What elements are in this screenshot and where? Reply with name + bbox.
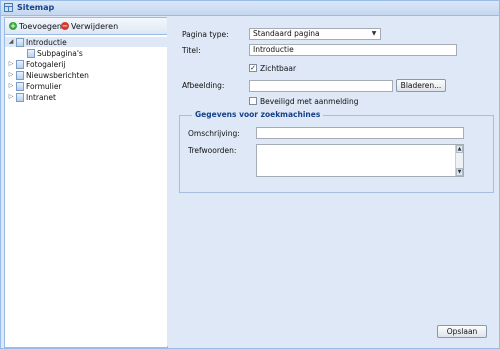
title-input[interactable]: Introductie bbox=[249, 44, 457, 56]
page-properties-panel: Pagina type: Standaard pagina ▼ Titel: I… bbox=[167, 17, 498, 346]
minus-icon: − bbox=[61, 22, 69, 30]
sitemap-tree-panel: + Toevoegen − Verwijderen ◢ Introductie … bbox=[4, 17, 168, 348]
page-icon bbox=[16, 37, 24, 47]
expand-arrow-icon[interactable]: ▷ bbox=[8, 61, 14, 67]
secured-label: Beveiligd met aanmelding bbox=[260, 97, 359, 106]
add-page-label: Toevoegen bbox=[19, 21, 62, 31]
delete-page-label: Verwijderen bbox=[71, 21, 119, 31]
description-input[interactable] bbox=[256, 127, 464, 139]
plus-icon: + bbox=[9, 22, 17, 30]
image-label: Afbeelding: bbox=[182, 81, 225, 90]
page-type-value: Standaard pagina bbox=[253, 29, 320, 38]
keywords-textarea[interactable]: ▲ ▼ bbox=[256, 144, 464, 177]
browse-button[interactable]: Bladeren... bbox=[396, 79, 446, 92]
page-icon bbox=[16, 81, 24, 91]
description-label: Omschrijving: bbox=[188, 129, 240, 138]
chevron-down-icon: ▼ bbox=[371, 30, 377, 37]
tree-node-nieuwsberichten[interactable]: ▷ Nieuwsberichten bbox=[8, 70, 89, 80]
tree-node-label: Introductie bbox=[26, 37, 67, 47]
sitemap-window: Sitemap + Toevoegen − Verwijderen ◢ Intr… bbox=[0, 0, 500, 349]
seo-fieldset: Gegevens voor zoekmachines Omschrijving:… bbox=[179, 110, 494, 193]
page-type-label: Pagina type: bbox=[182, 30, 229, 39]
page-icon bbox=[16, 70, 24, 80]
tree-node-intranet[interactable]: ▷ Intranet bbox=[8, 92, 56, 102]
tree-node-label: Fotogalerij bbox=[26, 59, 66, 69]
keywords-label: Trefwoorden: bbox=[188, 146, 237, 155]
sitemap-icon bbox=[4, 3, 13, 12]
secured-checkbox[interactable] bbox=[249, 97, 257, 105]
window-title: Sitemap bbox=[17, 3, 55, 12]
tree-node-subpaginas[interactable]: Subpagina's bbox=[27, 48, 83, 58]
page-icon bbox=[16, 59, 24, 69]
expand-arrow-icon[interactable]: ▷ bbox=[8, 94, 14, 100]
tree-node-label: Subpagina's bbox=[37, 48, 83, 58]
window-titlebar[interactable]: Sitemap bbox=[1, 1, 499, 16]
save-button[interactable]: Opslaan bbox=[437, 325, 487, 338]
image-input[interactable] bbox=[249, 80, 393, 92]
tree-toolbar: + Toevoegen − Verwijderen bbox=[5, 18, 167, 35]
title-label: Titel: bbox=[182, 46, 201, 55]
add-page-button[interactable]: + Toevoegen bbox=[9, 20, 62, 32]
expand-arrow-icon[interactable]: ▷ bbox=[8, 72, 14, 78]
scroll-down-icon[interactable]: ▼ bbox=[456, 168, 463, 176]
visible-label: Zichtbaar bbox=[260, 64, 297, 73]
tree-node-fotogalerij[interactable]: ▷ Fotogalerij bbox=[8, 59, 65, 69]
tree-node-formulier[interactable]: ▷ Formulier bbox=[8, 81, 62, 91]
seo-legend: Gegevens voor zoekmachines bbox=[192, 110, 324, 119]
visible-checkbox[interactable]: ✓ bbox=[249, 64, 257, 72]
keywords-scrollbar[interactable]: ▲ ▼ bbox=[455, 145, 463, 176]
scroll-up-icon[interactable]: ▲ bbox=[456, 145, 463, 153]
page-icon bbox=[16, 92, 24, 102]
tree-node-label: Formulier bbox=[26, 81, 62, 91]
delete-page-button[interactable]: − Verwijderen bbox=[61, 20, 118, 32]
page-type-select[interactable]: Standaard pagina ▼ bbox=[249, 28, 381, 40]
title-value: Introductie bbox=[253, 45, 294, 54]
tree-node-label: Intranet bbox=[26, 92, 56, 102]
expand-arrow-icon[interactable]: ▷ bbox=[8, 83, 14, 89]
page-icon bbox=[27, 48, 35, 58]
tree-node-label: Nieuwsberichten bbox=[26, 70, 89, 80]
collapse-arrow-icon[interactable]: ◢ bbox=[8, 39, 14, 45]
tree-node-introductie[interactable]: ◢ Introductie bbox=[5, 37, 167, 47]
